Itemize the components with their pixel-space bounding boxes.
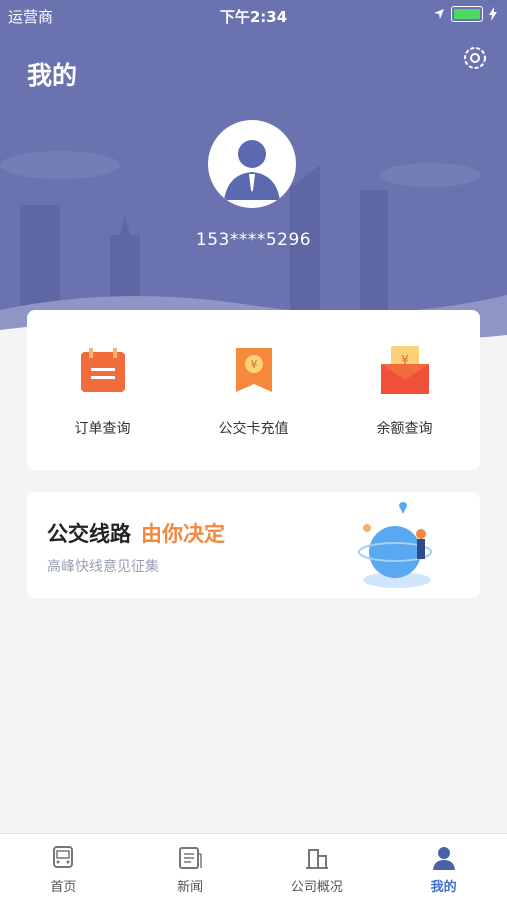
balance-envelope-icon: ¥ (380, 346, 429, 394)
tab-news-label: 新闻 (177, 880, 204, 895)
tab-home[interactable]: 首页 (0, 834, 127, 900)
profile-header: 运营商 下午2:34 我的 153****5296 (0, 0, 507, 345)
tab-news[interactable]: 新闻 (127, 834, 254, 900)
tab-mine[interactable]: 我的 (380, 834, 507, 900)
location-arrow-icon (434, 9, 444, 19)
page-title: 我的 (27, 61, 78, 90)
banner-subtitle: 高峰快线意见征集 (47, 559, 159, 575)
banner-title: 公交线路 由你决定 (47, 518, 225, 548)
order-query-button[interactable]: 订单查询 (27, 310, 178, 470)
user-icon (432, 847, 455, 870)
balance-query-button[interactable]: ¥ 余额查询 (329, 310, 480, 470)
phone-number: 153****5296 (195, 230, 312, 250)
tab-company[interactable]: 公司概况 (254, 834, 381, 900)
route-survey-banner[interactable]: 公交线路 由你决定 高峰快线意见征集 (27, 492, 480, 598)
status-indicators (433, 6, 497, 22)
globe-illustration (358, 502, 432, 588)
tab-mine-label: 我的 (430, 880, 457, 895)
bus-icon (53, 846, 74, 868)
news-icon (179, 847, 202, 869)
card-recharge-icon: ¥ (235, 348, 272, 392)
banner-title-accent: 由你决定 (141, 522, 225, 546)
svg-text:¥: ¥ (250, 358, 257, 371)
status-time: 下午2:34 (219, 8, 288, 26)
battery-icon (451, 6, 483, 22)
charging-bolt-icon (489, 7, 497, 21)
tab-company-label: 公司概况 (290, 880, 343, 895)
tab-home-label: 首页 (50, 880, 77, 895)
banner-title-main: 公交线路 (47, 522, 131, 546)
status-bar: 运营商 下午2:34 (0, 0, 507, 30)
card-recharge-label: 公交卡充值 (218, 421, 289, 437)
buildings-icon (305, 849, 328, 869)
order-query-label: 订单查询 (74, 421, 131, 437)
user-avatar-icon (224, 140, 280, 200)
card-recharge-button[interactable]: ¥ 公交卡充值 (178, 310, 329, 470)
balance-query-label: 余额查询 (376, 421, 433, 437)
settings-gear-icon[interactable] (461, 44, 489, 72)
bottom-tab-bar: 首页 新闻 公司概况 我的 (0, 833, 507, 900)
order-calendar-icon (80, 348, 125, 392)
services-card: 订单查询 ¥ 公交卡充值 ¥ 余额查询 (27, 310, 480, 470)
avatar[interactable] (208, 120, 296, 208)
